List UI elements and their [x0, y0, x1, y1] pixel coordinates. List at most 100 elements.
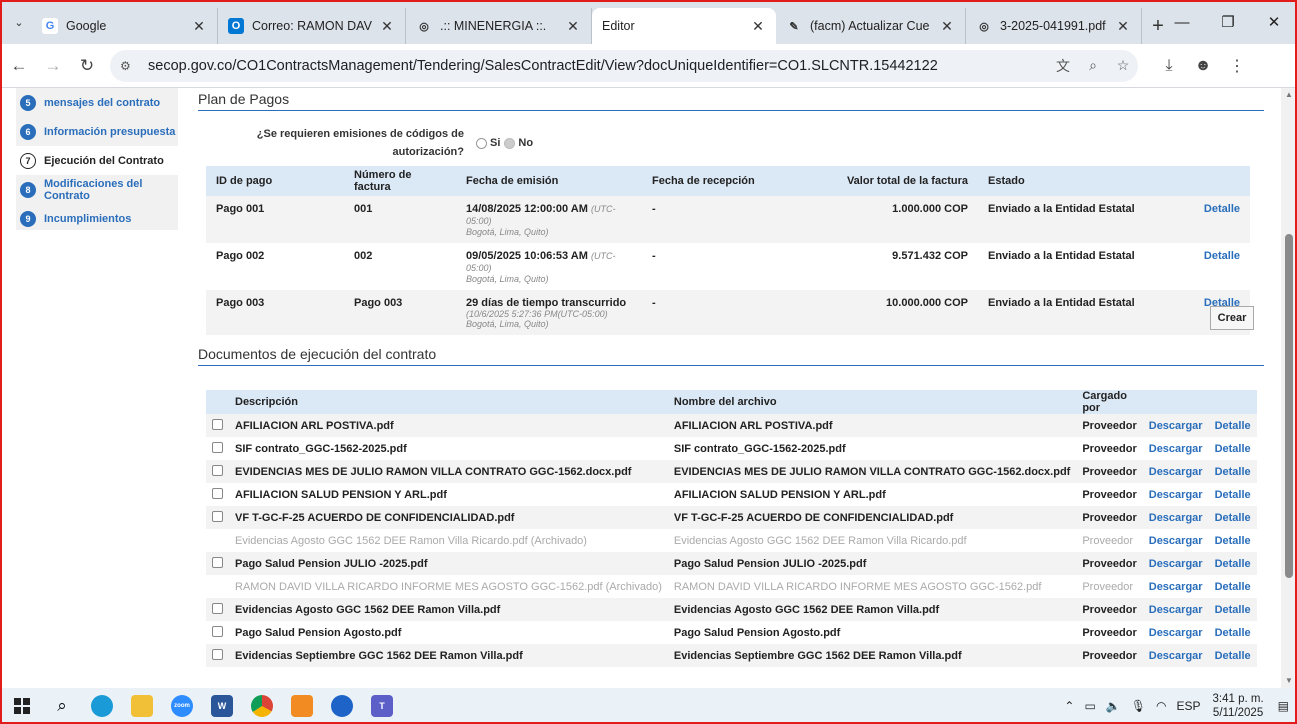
browser-tab[interactable]: ✎ (facm) Actualizar Cue ✕: [776, 8, 966, 44]
detalle-link[interactable]: Detalle: [1208, 621, 1257, 644]
step-item[interactable]: 5 mensajes del contrato: [16, 88, 178, 117]
clock[interactable]: 3:41 p. m. 5/11/2025: [1213, 692, 1264, 720]
browser-tab[interactable]: ◎ 3-2025-041991.pdf ✕: [966, 8, 1142, 44]
detalle-link[interactable]: Detalle: [1208, 552, 1257, 575]
zoom-icon[interactable]: ⌕: [1078, 57, 1108, 74]
descargar-link[interactable]: Descargar: [1142, 506, 1209, 529]
close-tab-icon[interactable]: ✕: [379, 18, 395, 35]
detalle-link[interactable]: Detalle: [1208, 437, 1257, 460]
detalle-link[interactable]: Detalle: [1208, 483, 1257, 506]
microphone-icon[interactable]: 🎙: [1131, 699, 1146, 713]
wifi-icon[interactable]: ◠: [1156, 699, 1166, 713]
detalle-link[interactable]: Detalle: [1208, 414, 1257, 437]
word-icon[interactable]: W: [202, 688, 242, 724]
language-indicator[interactable]: ESP: [1177, 699, 1201, 713]
address-bar[interactable]: ⚙ secop.gov.co/CO1ContractsManagement/Te…: [110, 49, 1138, 82]
step-item[interactable]: 6 Información presupuesta: [16, 117, 178, 146]
step-item[interactable]: 9 Incumplimientos: [16, 204, 178, 233]
close-tab-icon[interactable]: ✕: [1115, 18, 1131, 35]
document-checkbox[interactable]: [212, 418, 223, 430]
payment-id: Pago 002: [206, 243, 344, 290]
document-checkbox[interactable]: [212, 510, 223, 522]
descargar-link[interactable]: Descargar: [1142, 621, 1209, 644]
browser-tab[interactable]: O Correo: RAMON DAV ✕: [218, 8, 406, 44]
chevron-up-icon[interactable]: ⌃: [1064, 699, 1074, 713]
edge-icon[interactable]: [82, 688, 122, 724]
download-icon[interactable]: ⤓: [1152, 57, 1186, 75]
document-checkbox[interactable]: [212, 487, 223, 499]
translate-icon[interactable]: 文: [1048, 56, 1078, 76]
chrome-icon[interactable]: [242, 688, 282, 724]
profile-avatar-icon[interactable]: ☻: [1186, 57, 1220, 75]
close-tab-icon[interactable]: ✕: [939, 18, 955, 35]
step-number: 5: [20, 94, 36, 111]
url-text[interactable]: secop.gov.co/CO1ContractsManagement/Tend…: [148, 58, 1048, 74]
document-checkbox[interactable]: [212, 625, 223, 637]
descargar-link[interactable]: Descargar: [1142, 598, 1209, 621]
minimize-icon[interactable]: —: [1159, 0, 1205, 44]
descargar-link[interactable]: Descargar: [1142, 552, 1209, 575]
detalle-link[interactable]: Detalle: [1208, 506, 1257, 529]
auth-codes-question-row: ¿Se requieren emisiones de códigos de au…: [198, 125, 533, 161]
document-checkbox[interactable]: [212, 602, 223, 614]
step-item[interactable]: 7 Ejecución del Contrato: [16, 146, 178, 175]
detalle-link[interactable]: Detalle: [1208, 529, 1257, 552]
descargar-link[interactable]: Descargar: [1142, 529, 1209, 552]
descargar-link[interactable]: Descargar: [1142, 437, 1209, 460]
col-header: Estado: [978, 166, 1168, 196]
file-explorer-icon[interactable]: [122, 688, 162, 724]
detalle-link[interactable]: Detalle: [1208, 598, 1257, 621]
detalle-link[interactable]: Detalle: [1208, 644, 1257, 667]
scrollbar-thumb[interactable]: [1285, 234, 1293, 578]
descargar-link[interactable]: Descargar: [1142, 644, 1209, 667]
document-description: Evidencias Agosto GGC 1562 DEE Ramon Vil…: [229, 598, 668, 621]
restore-icon[interactable]: ❐: [1205, 0, 1251, 44]
battery-icon[interactable]: ▭: [1084, 699, 1095, 713]
descargar-link[interactable]: Descargar: [1142, 575, 1209, 598]
radio-no[interactable]: [504, 137, 516, 149]
browser-tab[interactable]: ◎ .:: MINENERGIA ::. ✕: [406, 8, 592, 44]
detalle-link[interactable]: Detalle: [1208, 575, 1257, 598]
forward-arrow-icon[interactable]: →: [38, 51, 68, 81]
teams-icon[interactable]: T: [362, 688, 402, 724]
reload-icon[interactable]: ↻: [72, 51, 102, 81]
radio-si[interactable]: [476, 137, 487, 149]
descargar-link[interactable]: Descargar: [1142, 460, 1209, 483]
page-scrollbar[interactable]: ▲ ▼: [1281, 88, 1297, 688]
document-checkbox[interactable]: [212, 556, 223, 568]
close-tab-icon[interactable]: ✕: [191, 18, 207, 35]
document-description: AFILIACION SALUD PENSION Y ARL.pdf: [229, 483, 668, 506]
close-tab-icon[interactable]: ✕: [565, 18, 581, 35]
tab-search-chevron-icon[interactable]: ⌄: [6, 5, 32, 39]
app-icon[interactable]: [322, 688, 362, 724]
plan-pagos-title: Plan de Pagos: [198, 91, 1264, 111]
invoice-number: Pago 003: [344, 290, 456, 335]
start-button[interactable]: [2, 688, 42, 724]
detalle-link[interactable]: Detalle: [1204, 250, 1240, 262]
zoom-app-icon[interactable]: zoom: [162, 688, 202, 724]
back-arrow-icon[interactable]: ←: [4, 51, 34, 81]
descargar-link[interactable]: Descargar: [1142, 483, 1209, 506]
close-tab-icon[interactable]: ✕: [750, 18, 766, 35]
step-item[interactable]: 8 Modificaciones del Contrato: [16, 175, 178, 204]
search-icon[interactable]: ⌕: [42, 688, 82, 724]
site-info-icon[interactable]: ⚙: [120, 59, 142, 73]
close-window-icon[interactable]: ✕: [1251, 0, 1297, 44]
detalle-link[interactable]: Detalle: [1208, 460, 1257, 483]
document-checkbox[interactable]: [212, 464, 223, 476]
app-icon[interactable]: [282, 688, 322, 724]
bookmark-star-icon[interactable]: ☆: [1108, 57, 1138, 74]
crear-button[interactable]: Crear: [1210, 306, 1254, 330]
menu-kebab-icon[interactable]: ⋮: [1220, 56, 1254, 76]
browser-tab[interactable]: Editor ✕: [592, 8, 776, 44]
scroll-up-icon[interactable]: ▲: [1281, 88, 1297, 102]
document-checkbox[interactable]: [212, 648, 223, 660]
scroll-down-icon[interactable]: ▼: [1281, 674, 1297, 688]
col-header: Cargado por: [1076, 390, 1143, 414]
browser-tab[interactable]: G Google ✕: [32, 8, 218, 44]
detalle-link[interactable]: Detalle: [1204, 203, 1240, 215]
volume-icon[interactable]: 🔈: [1106, 699, 1121, 713]
document-checkbox[interactable]: [212, 441, 223, 453]
notifications-icon[interactable]: ▤: [1278, 699, 1289, 713]
descargar-link[interactable]: Descargar: [1142, 414, 1209, 437]
